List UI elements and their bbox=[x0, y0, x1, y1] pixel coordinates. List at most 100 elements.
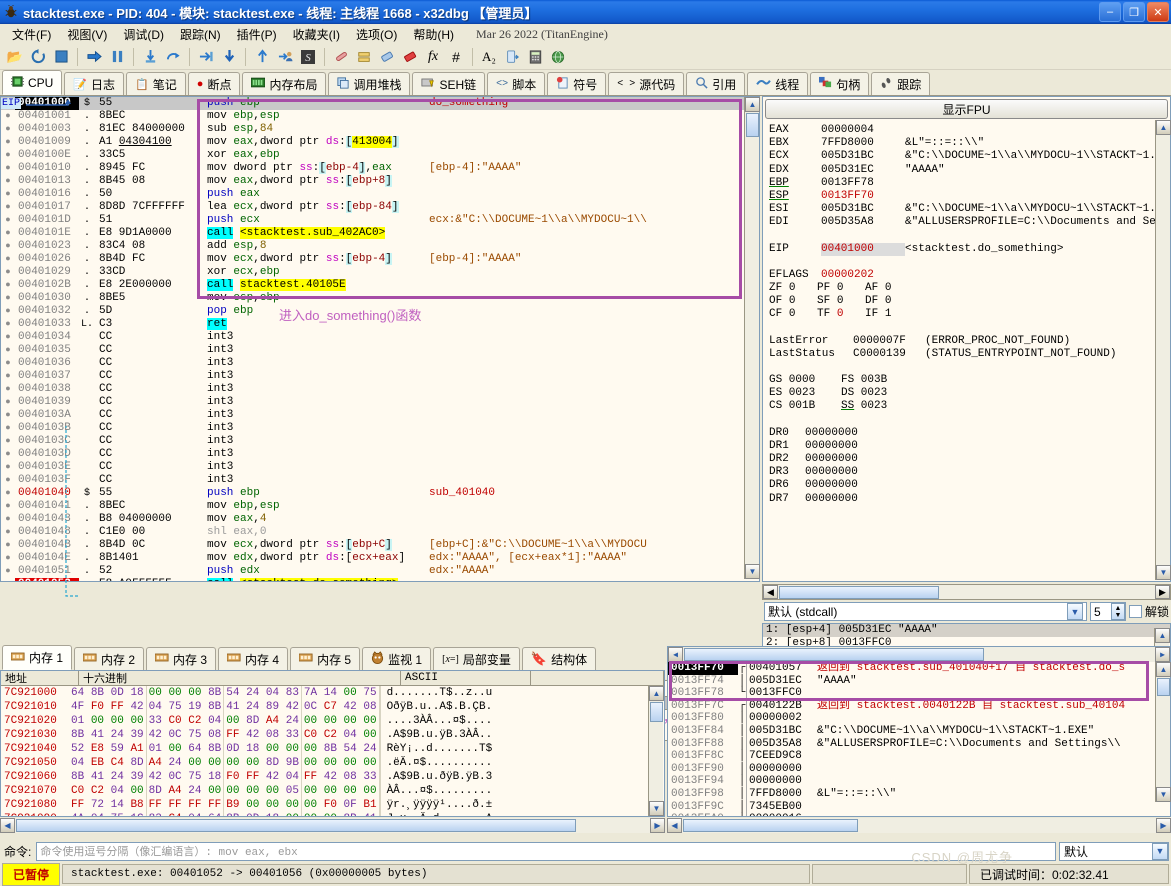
stack-comment[interactable]: &L"=::=::\\" bbox=[814, 788, 1170, 801]
scroll-left-button[interactable]: ◀ bbox=[763, 585, 778, 599]
dump-hex-group[interactable]: 83 C4 04 64 bbox=[147, 812, 225, 817]
disassembly-panel[interactable]: ●00401000$55push ebpdo_something●0040100… bbox=[0, 96, 760, 582]
instruction-text[interactable]: xor eax,ebp bbox=[205, 149, 427, 162]
dump-hex-group[interactable]: 00 00 00 05 bbox=[224, 784, 302, 798]
dump-hex-group[interactable]: C0 C2 04 00 bbox=[302, 728, 380, 742]
instruction-bytes[interactable]: CC bbox=[95, 474, 205, 487]
disassembly-row[interactable]: ●0040103ECCint3 bbox=[1, 461, 759, 474]
dump-address[interactable]: 7C921060 bbox=[1, 770, 69, 784]
stack-value[interactable]: 00000000 bbox=[746, 763, 814, 776]
flag-zf[interactable]: ZF 0 bbox=[769, 282, 817, 295]
stack-panel[interactable]: ◀ ▶ 0013FF70┌00401057返回到 stacktest.sub_4… bbox=[667, 646, 1171, 817]
instruction-text[interactable]: int3 bbox=[205, 344, 427, 357]
bullet-dot-icon[interactable]: ● bbox=[1, 357, 15, 370]
stack-value[interactable]: 0040122B bbox=[746, 700, 814, 713]
tab-memory-1[interactable]: 内存 1 bbox=[2, 645, 72, 670]
instruction-text[interactable]: push edx bbox=[205, 565, 427, 578]
stack-address[interactable]: 0013FF98 bbox=[668, 788, 738, 801]
instruction-bytes[interactable]: CC bbox=[95, 344, 205, 357]
instruction-bytes[interactable]: 8BEC bbox=[95, 500, 205, 513]
register-row[interactable]: ESI005D31BC&"C:\\DOCUME~1\\a\\MYDOCU~1\\… bbox=[769, 203, 1170, 216]
disassembly-row[interactable]: ●0040103DCCint3 bbox=[1, 448, 759, 461]
tab-trace[interactable]: 跟踪 bbox=[871, 72, 930, 95]
instruction-bytes[interactable]: C3 bbox=[95, 318, 205, 331]
disassembly-row[interactable]: ●00401052.E8 A9FFFFFFcall <stacktest.do_… bbox=[1, 578, 759, 582]
stack-value[interactable]: 00401057 bbox=[746, 662, 814, 675]
segment-fs[interactable]: FS 003B bbox=[841, 374, 913, 387]
notes-icon[interactable] bbox=[501, 46, 523, 68]
bullet-dot-icon[interactable]: ● bbox=[1, 370, 15, 383]
restart-icon[interactable] bbox=[27, 46, 49, 68]
bullet-dot-icon[interactable]: ● bbox=[1, 253, 15, 266]
calculator-icon[interactable] bbox=[524, 46, 546, 68]
scroll-up-button[interactable]: ▲ bbox=[1155, 628, 1170, 643]
menu-item-view[interactable]: 视图(V) bbox=[59, 25, 115, 44]
dump-hex-group[interactable]: 8B 41 24 39 bbox=[69, 770, 147, 784]
dump-hex-group[interactable]: 4F F0 FF 42 bbox=[69, 700, 147, 714]
bullet-dot-icon[interactable]: ● bbox=[1, 435, 15, 448]
dump-hex-group[interactable]: 00 00 00 00 bbox=[302, 714, 380, 728]
disassembly-row[interactable]: ●00401009.A1 04304100mov eax,dword ptr d… bbox=[1, 136, 759, 149]
tab-memory-3[interactable]: 内存 3 bbox=[146, 647, 216, 670]
browser-icon[interactable] bbox=[547, 46, 569, 68]
dump-hex-group[interactable]: 00 00 8B 41 bbox=[302, 812, 380, 817]
stack-vscrollbar[interactable]: ▲ ▼ bbox=[1155, 662, 1170, 802]
disassembly-row[interactable]: ●0040104E.8B1401mov edx,dword ptr ds:[ec… bbox=[1, 552, 759, 565]
disassembly-row[interactable]: ●0040103FCCint3 bbox=[1, 474, 759, 487]
bullet-dot-icon[interactable]: ● bbox=[1, 227, 15, 240]
stack-top-hscrollbar[interactable]: ◀ ▶ bbox=[668, 647, 1170, 662]
instruction-text[interactable]: push ecx bbox=[205, 214, 427, 227]
scroll-up-button[interactable]: ▲ bbox=[649, 686, 664, 701]
stack-address[interactable]: 0013FF80 bbox=[668, 712, 738, 725]
stack-address[interactable]: 0013FF78 bbox=[668, 687, 738, 700]
hscroll-thumb[interactable] bbox=[16, 819, 576, 832]
bullet-dot-icon[interactable]: ● bbox=[1, 500, 15, 513]
dump-ascii[interactable]: OðÿB.u..A$.B.ÇB. bbox=[380, 700, 493, 714]
run-to-icon[interactable] bbox=[195, 46, 217, 68]
flags-row[interactable]: OF 0SF 0DF 0 bbox=[769, 295, 1170, 308]
stack-value[interactable]: 0013FFC0 bbox=[746, 687, 814, 700]
command-input[interactable]: 命令使用逗号分隔（像汇编语言）: mov eax, ebx bbox=[36, 842, 1056, 861]
flag-pf[interactable]: PF 0 bbox=[817, 282, 865, 295]
instruction-bytes[interactable]: 8BEC bbox=[95, 110, 205, 123]
argument-row[interactable]: 1: [esp+4] 005D31EC "AAAA" bbox=[763, 624, 1170, 637]
stack-address[interactable]: 0013FFA0 bbox=[668, 813, 738, 817]
debug-register-row[interactable]: DR100000000 bbox=[769, 440, 1170, 453]
disassembly-row[interactable]: ●0040103BCCint3 bbox=[1, 422, 759, 435]
last-status-row[interactable]: LastStatusC0000139(STATUS_ENTRYPOINT_NOT… bbox=[769, 348, 1170, 361]
dump-col-ascii[interactable]: ASCII bbox=[401, 671, 531, 685]
instruction-bytes[interactable]: 8945 FC bbox=[95, 162, 205, 175]
log-window-icon[interactable] bbox=[353, 46, 375, 68]
stack-address[interactable]: 0013FF70 bbox=[668, 662, 738, 675]
disassembly-row[interactable]: ●00401038CCint3 bbox=[1, 383, 759, 396]
step-down-icon[interactable] bbox=[218, 46, 240, 68]
dump-hex-group[interactable]: 01 00 00 00 bbox=[69, 714, 147, 728]
instruction-text[interactable]: push ebp bbox=[205, 487, 427, 500]
stack-address[interactable]: 0013FF7C bbox=[668, 700, 738, 713]
instruction-text[interactable]: int3 bbox=[205, 396, 427, 409]
register-row[interactable]: EDI005D35A8&"ALLUSERSPROFILE=C:\\Documen… bbox=[769, 216, 1170, 229]
disassembly-address[interactable]: 00401037 bbox=[15, 370, 79, 383]
stack-comment[interactable] bbox=[814, 801, 1170, 814]
register-value[interactable]: 0013FF78 bbox=[821, 177, 905, 190]
tab-threads[interactable]: 线程 bbox=[747, 72, 808, 95]
scroll-left-button[interactable]: ◀ bbox=[668, 647, 683, 662]
bullet-dot-icon[interactable]: ● bbox=[1, 539, 15, 552]
register-value[interactable]: 0013FF70 bbox=[821, 190, 905, 203]
bullet-dot-icon[interactable]: ● bbox=[1, 318, 15, 331]
dump-hex-group[interactable]: FF 42 08 33 bbox=[224, 728, 302, 742]
instruction-bytes[interactable]: CC bbox=[95, 409, 205, 422]
tab-memory-2[interactable]: 内存 2 bbox=[74, 647, 144, 670]
disassembly-address[interactable]: 00401026 bbox=[15, 253, 79, 266]
instruction-bytes[interactable]: 81EC 84000000 bbox=[95, 123, 205, 136]
flag-df[interactable]: DF 0 bbox=[865, 295, 913, 308]
dump-hex-group[interactable]: 64 8B 0D 18 bbox=[69, 686, 147, 700]
stack-row[interactable]: 0013FFA0│00000016 bbox=[668, 813, 1170, 817]
register-value[interactable]: 005D31BC bbox=[821, 150, 905, 163]
instruction-bytes[interactable]: B8 04000000 bbox=[95, 513, 205, 526]
bookmark-icon[interactable] bbox=[399, 46, 421, 68]
stack-value[interactable]: 005D31EC bbox=[746, 675, 814, 688]
dump-ascii[interactable]: RèY¡..d.......T$ bbox=[380, 742, 493, 756]
hscroll-thumb[interactable] bbox=[683, 819, 858, 832]
dump-row[interactable]: 7C92105004 EB C4 8DA4 24 00 0000 00 8D 9… bbox=[1, 756, 664, 770]
